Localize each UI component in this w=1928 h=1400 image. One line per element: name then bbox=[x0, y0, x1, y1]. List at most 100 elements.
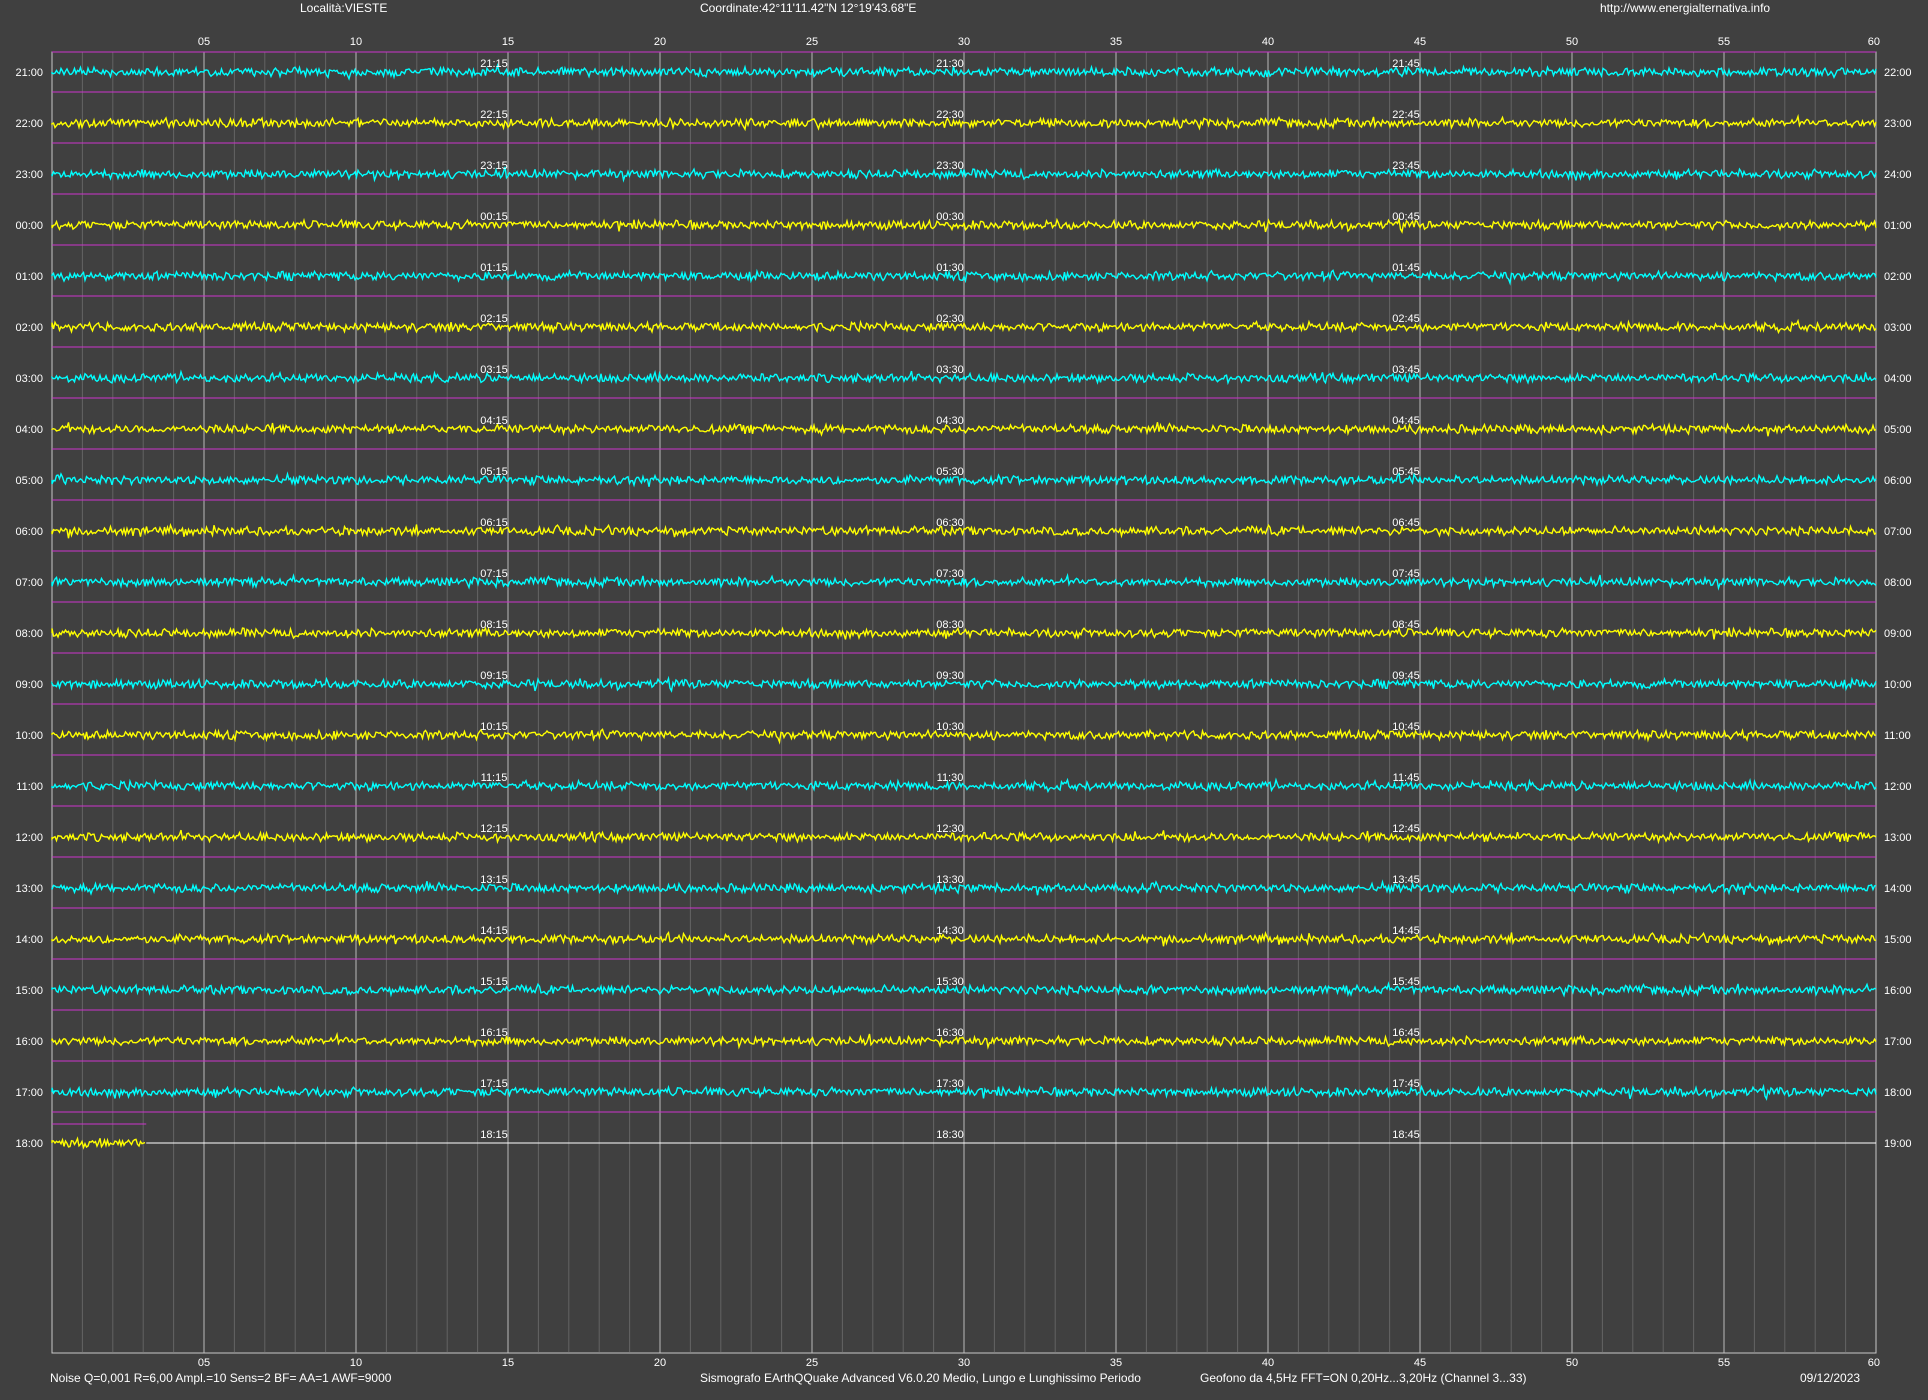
x-tick-label-top: 25 bbox=[806, 36, 818, 48]
quarter-hour-label: 12:45 bbox=[1392, 823, 1420, 835]
row-end-time-label: 12:00 bbox=[1884, 781, 1912, 793]
row-start-time-label: 03:00 bbox=[15, 373, 43, 385]
quarter-hour-label: 22:15 bbox=[480, 109, 508, 121]
x-tick-label-top: 30 bbox=[958, 36, 970, 48]
row-start-time-label: 16:00 bbox=[15, 1036, 43, 1048]
row-start-time-label: 09:00 bbox=[15, 679, 43, 691]
row-end-time-label: 09:00 bbox=[1884, 628, 1912, 640]
row-end-time-label: 04:00 bbox=[1884, 373, 1912, 385]
quarter-hour-label: 02:15 bbox=[480, 313, 508, 325]
quarter-hour-label: 00:45 bbox=[1392, 211, 1420, 223]
quarter-hour-label: 03:45 bbox=[1392, 364, 1420, 376]
footer-params: Noise Q=0,001 R=6,00 Ampl.=10 Sens=2 BF=… bbox=[50, 1371, 392, 1385]
quarter-hour-label: 12:15 bbox=[480, 823, 508, 835]
row-end-time-label: 05:00 bbox=[1884, 424, 1912, 436]
row-start-time-label: 08:00 bbox=[15, 628, 43, 640]
row-end-time-label: 07:00 bbox=[1884, 526, 1912, 538]
row-end-time-label: 24:00 bbox=[1884, 169, 1912, 181]
quarter-hour-label: 17:30 bbox=[936, 1078, 964, 1090]
row-start-time-label: 02:00 bbox=[15, 322, 43, 334]
row-end-time-label: 01:00 bbox=[1884, 220, 1912, 232]
quarter-hour-label: 14:30 bbox=[936, 925, 964, 937]
quarter-hour-label: 05:45 bbox=[1392, 466, 1420, 478]
quarter-hour-label: 10:15 bbox=[480, 721, 508, 733]
quarter-hour-label: 11:30 bbox=[937, 772, 964, 784]
x-tick-label-top: 50 bbox=[1566, 36, 1578, 48]
quarter-hour-label: 03:15 bbox=[480, 364, 508, 376]
x-tick-label-bottom: 60 bbox=[1868, 1357, 1880, 1369]
x-tick-label-top: 10 bbox=[350, 36, 362, 48]
x-tick-label-top: 35 bbox=[1110, 36, 1122, 48]
quarter-hour-label: 17:15 bbox=[480, 1078, 508, 1090]
row-end-time-label: 22:00 bbox=[1884, 67, 1912, 79]
row-start-time-label: 10:00 bbox=[15, 730, 43, 742]
seismic-trace bbox=[51, 1136, 146, 1150]
row-end-time-label: 19:00 bbox=[1884, 1138, 1912, 1150]
row-end-time-label: 03:00 bbox=[1884, 322, 1912, 334]
row-start-time-label: 15:00 bbox=[15, 985, 43, 997]
quarter-hour-label: 08:30 bbox=[936, 619, 964, 631]
quarter-hour-label: 05:30 bbox=[936, 466, 964, 478]
x-tick-label-top: 20 bbox=[654, 36, 666, 48]
quarter-hour-label: 16:15 bbox=[480, 1027, 508, 1039]
quarter-hour-label: 10:30 bbox=[936, 721, 964, 733]
quarter-hour-label: 06:30 bbox=[936, 517, 964, 529]
row-start-time-label: 07:00 bbox=[15, 577, 43, 589]
row-start-time-label: 11:00 bbox=[16, 781, 43, 793]
x-tick-label-bottom: 25 bbox=[806, 1357, 818, 1369]
row-start-time-label: 00:00 bbox=[15, 220, 43, 232]
row-end-time-label: 06:00 bbox=[1884, 475, 1912, 487]
row-start-time-label: 18:00 bbox=[15, 1138, 43, 1150]
x-tick-label-top: 45 bbox=[1414, 36, 1426, 48]
footer-software: Sismografo EArthQQuake Advanced V6.0.20 … bbox=[700, 1371, 1141, 1385]
quarter-hour-label: 09:30 bbox=[936, 670, 964, 682]
quarter-hour-label: 11:45 bbox=[1393, 772, 1420, 784]
quarter-hour-label: 21:30 bbox=[936, 58, 964, 70]
x-tick-label-bottom: 45 bbox=[1414, 1357, 1426, 1369]
row-end-time-label: 11:00 bbox=[1884, 730, 1911, 742]
quarter-hour-label: 16:45 bbox=[1392, 1027, 1420, 1039]
x-tick-label-bottom: 10 bbox=[350, 1357, 362, 1369]
quarter-hour-label: 00:30 bbox=[936, 211, 964, 223]
quarter-hour-label: 14:45 bbox=[1392, 925, 1420, 937]
row-start-time-label: 13:00 bbox=[15, 883, 43, 895]
row-end-time-label: 15:00 bbox=[1884, 934, 1912, 946]
quarter-hour-label: 17:45 bbox=[1392, 1078, 1420, 1090]
quarter-hour-label: 01:45 bbox=[1392, 262, 1420, 274]
quarter-hour-label: 15:45 bbox=[1392, 976, 1420, 988]
row-start-time-label: 22:00 bbox=[15, 118, 43, 130]
footer-sensor: Geofono da 4,5Hz FFT=ON 0,20Hz...3,20Hz … bbox=[1200, 1371, 1527, 1385]
x-tick-label-bottom: 40 bbox=[1262, 1357, 1274, 1369]
row-end-time-label: 14:00 bbox=[1884, 883, 1912, 895]
row-start-time-label: 23:00 bbox=[15, 169, 43, 181]
quarter-hour-label: 02:30 bbox=[936, 313, 964, 325]
row-end-time-label: 23:00 bbox=[1884, 118, 1912, 130]
x-tick-label-bottom: 35 bbox=[1110, 1357, 1122, 1369]
quarter-hour-label: 22:30 bbox=[936, 109, 964, 121]
quarter-hour-label: 22:45 bbox=[1392, 109, 1420, 121]
x-tick-label-top: 60 bbox=[1868, 36, 1880, 48]
quarter-hour-label: 12:30 bbox=[936, 823, 964, 835]
quarter-hour-label: 00:15 bbox=[480, 211, 508, 223]
row-end-time-label: 17:00 bbox=[1884, 1036, 1912, 1048]
row-start-time-label: 12:00 bbox=[15, 832, 43, 844]
quarter-hour-label: 13:15 bbox=[480, 874, 508, 886]
quarter-hour-label: 18:30 bbox=[936, 1129, 964, 1141]
quarter-hour-label: 23:45 bbox=[1392, 160, 1420, 172]
quarter-hour-label: 07:15 bbox=[480, 568, 508, 580]
row-end-time-label: 10:00 bbox=[1884, 679, 1912, 691]
quarter-hour-label: 09:15 bbox=[480, 670, 508, 682]
quarter-hour-label: 04:30 bbox=[936, 415, 964, 427]
quarter-hour-label: 09:45 bbox=[1392, 670, 1420, 682]
quarter-hour-label: 15:30 bbox=[936, 976, 964, 988]
x-tick-label-top: 40 bbox=[1262, 36, 1274, 48]
row-start-time-label: 06:00 bbox=[15, 526, 43, 538]
row-end-time-label: 13:00 bbox=[1884, 832, 1912, 844]
x-tick-label-bottom: 15 bbox=[502, 1357, 514, 1369]
row-start-time-label: 17:00 bbox=[15, 1087, 43, 1099]
quarter-hour-label: 04:45 bbox=[1392, 415, 1420, 427]
x-tick-label-bottom: 55 bbox=[1718, 1357, 1730, 1369]
quarter-hour-label: 18:45 bbox=[1392, 1129, 1420, 1141]
quarter-hour-label: 05:15 bbox=[480, 466, 508, 478]
quarter-hour-label: 21:45 bbox=[1392, 58, 1420, 70]
